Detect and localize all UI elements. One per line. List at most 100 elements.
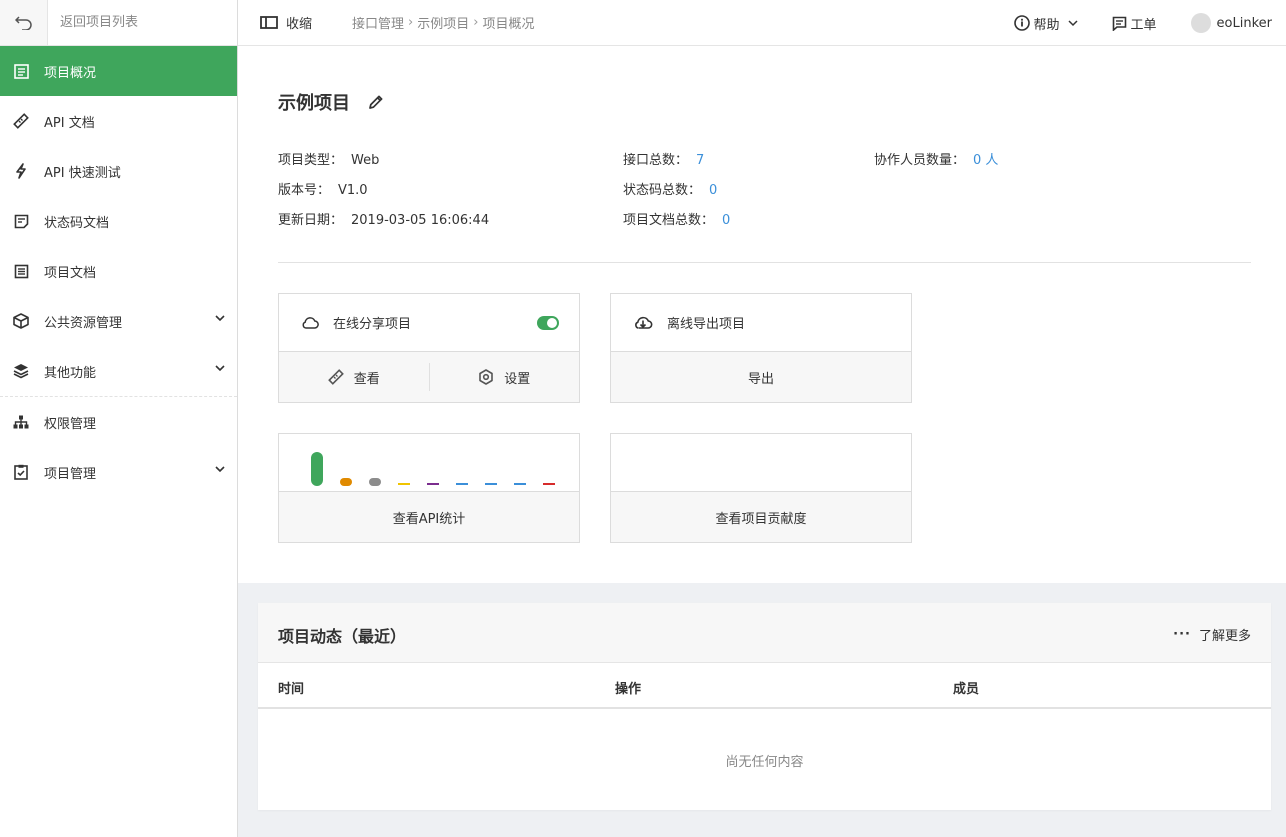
mini-chart-bar — [514, 483, 526, 485]
version-value: V1.0 — [338, 183, 368, 198]
mini-chart-bar — [543, 483, 555, 485]
sidebar-item-api-docs[interactable]: API 文档 — [0, 96, 237, 146]
user-menu[interactable]: eoLinker — [1190, 13, 1272, 33]
back-button[interactable] — [0, 0, 48, 45]
chevron-down-icon — [215, 466, 225, 473]
breadcrumb-separator: › — [473, 15, 479, 30]
members-label: 协作人员数量： — [874, 153, 966, 168]
api-stats-mini-chart — [279, 434, 579, 492]
status-code-total-label: 状态码总数： — [623, 183, 702, 198]
mini-chart-bar — [456, 483, 468, 485]
share-settings-button[interactable]: 设置 — [430, 352, 580, 402]
sidebar-item-other-features[interactable]: 其他功能 — [0, 346, 237, 396]
doc-icon — [12, 212, 30, 230]
share-toggle[interactable] — [537, 316, 559, 330]
sidebar-item-overview[interactable]: 项目概况 — [0, 46, 237, 96]
sidebar-item-status-code-docs[interactable]: 状态码文档 — [0, 196, 237, 246]
back-to-project-list-link[interactable]: 返回项目列表 — [48, 0, 138, 45]
mini-chart-bar — [398, 483, 410, 485]
api-stats-card: 查看API统计 — [278, 433, 580, 543]
sidebar-item-project-management[interactable]: 项目管理 — [0, 447, 237, 497]
sidebar-item-label: 公共资源管理 — [44, 315, 123, 331]
breadcrumb-separator: › — [408, 15, 414, 30]
contribution-card: 查看项目贡献度 — [610, 433, 912, 543]
org-icon — [12, 413, 30, 431]
members-row: 协作人员数量： 0 人 — [874, 149, 998, 168]
mini-chart-bar — [311, 452, 323, 486]
top-bar: 收缩 接口管理 › 示例项目 › 项目概况 帮助 工单 eoLinker — [238, 0, 1286, 46]
export-label: 导出 — [747, 371, 774, 387]
share-card-actions: 查看 设置 — [279, 352, 579, 402]
doc-total-row: 项目文档总数： 0 — [623, 209, 730, 228]
activity-header: 项目动态（最近） ··· 了解更多 — [258, 603, 1271, 663]
sidebar-item-label: 状态码文档 — [44, 215, 110, 231]
sidebar-item-label: 其他功能 — [44, 365, 97, 381]
undo-icon — [14, 15, 32, 30]
sidebar-collapse-icon — [260, 16, 278, 29]
cloud-icon — [302, 317, 319, 329]
sidebar-item-project-docs[interactable]: 项目文档 — [0, 246, 237, 296]
sidebar-item-public-resources[interactable]: 公共资源管理 — [0, 296, 237, 346]
status-code-total-value[interactable]: 0 — [709, 183, 717, 198]
cube-icon — [12, 312, 30, 330]
sidebar-item-label: API 快速测试 — [44, 165, 121, 181]
view-label: 查看 — [353, 371, 380, 387]
view-contribution-label: 查看项目贡献度 — [715, 511, 807, 527]
ruler-icon — [327, 369, 344, 385]
collapse-button[interactable]: 收缩 — [260, 13, 312, 32]
cloud-download-icon — [635, 316, 653, 329]
list-doc-icon — [12, 262, 30, 280]
lightning-icon — [12, 162, 30, 180]
export-project-card: 离线导出项目 导出 — [610, 293, 912, 403]
layers-icon — [12, 362, 30, 380]
view-api-stats-button[interactable]: 查看API统计 — [279, 492, 579, 542]
breadcrumb-item-api-management[interactable]: 接口管理 — [352, 13, 404, 32]
avatar — [1190, 13, 1211, 33]
sidebar: 返回项目列表 项目概况 API 文档 API 快速测试 状态码文档 项目文档 公… — [0, 0, 238, 837]
info-icon — [1013, 15, 1030, 31]
project-type-row: 项目类型： Web — [278, 149, 379, 168]
project-overview-panel: 示例项目 项目类型： Web 版本号： V1.0 更新日期： 2019-03-05 1… — [238, 46, 1286, 583]
view-share-button[interactable]: 查看 — [279, 352, 429, 402]
help-menu[interactable]: 帮助 — [1013, 14, 1078, 33]
api-total-label: 接口总数： — [623, 153, 689, 168]
share-card-header: 在线分享项目 — [279, 294, 579, 352]
chevron-down-icon — [215, 365, 225, 372]
learn-more-link[interactable]: ··· 了解更多 — [1173, 625, 1251, 644]
collapse-label: 收缩 — [286, 17, 313, 32]
learn-more-label: 了解更多 — [1198, 629, 1251, 644]
sidebar-item-label: 项目概况 — [44, 65, 97, 81]
version-row: 版本号： V1.0 — [278, 179, 368, 198]
ticket-link[interactable]: 工单 — [1112, 14, 1157, 33]
activity-table-header: 时间 操作 成员 — [258, 663, 1271, 709]
export-button[interactable]: 导出 — [611, 352, 911, 402]
top-right-actions: 帮助 工单 eoLinker — [980, 0, 1272, 46]
sidebar-item-api-quick-test[interactable]: API 快速测试 — [0, 146, 237, 196]
status-code-total-row: 状态码总数： 0 — [623, 179, 717, 198]
breadcrumb-item-sample-project[interactable]: 示例项目 — [417, 13, 469, 32]
sidebar-item-label: 权限管理 — [44, 416, 97, 432]
api-total-value[interactable]: 7 — [696, 153, 704, 168]
doc-total-label: 项目文档总数： — [623, 213, 715, 228]
project-activity-panel: 项目动态（最近） ··· 了解更多 时间 操作 成员 尚无任何内容 — [258, 603, 1271, 810]
view-contribution-button[interactable]: 查看项目贡献度 — [611, 492, 911, 542]
updated-date-row: 更新日期： 2019-03-05 16:06:44 — [278, 209, 489, 228]
activity-title: 项目动态（最近） — [278, 627, 407, 646]
members-value[interactable]: 0 人 — [973, 153, 998, 168]
project-type-label: 项目类型： — [278, 153, 344, 168]
settings-label: 设置 — [504, 371, 531, 387]
sidebar-item-label: 项目文档 — [44, 265, 97, 281]
mini-chart-bar — [427, 483, 439, 485]
mini-chart-bar — [485, 483, 497, 485]
back-row: 返回项目列表 — [0, 0, 237, 46]
edit-pencil-icon[interactable] — [368, 94, 384, 110]
breadcrumb-item-overview: 项目概况 — [482, 17, 535, 32]
breadcrumb: 接口管理 › 示例项目 › 项目概况 — [352, 13, 534, 32]
section-divider — [278, 262, 1251, 263]
share-project-card: 在线分享项目 查看 设置 — [278, 293, 580, 403]
sidebar-item-permissions[interactable]: 权限管理 — [0, 397, 237, 447]
clipboard-icon — [12, 463, 30, 481]
updated-date-value: 2019-03-05 16:06:44 — [351, 213, 490, 228]
export-card-header: 离线导出项目 — [611, 294, 911, 352]
doc-total-value[interactable]: 0 — [722, 213, 730, 228]
